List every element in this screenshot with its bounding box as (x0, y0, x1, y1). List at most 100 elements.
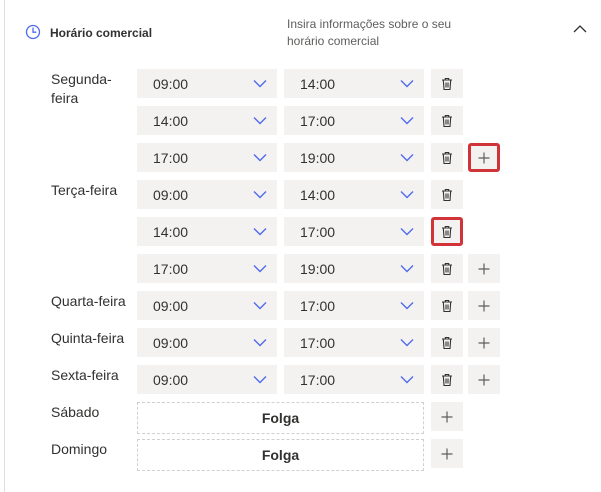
time-value: 17:00 (300, 298, 336, 314)
trash-icon (442, 151, 452, 164)
chevron-down-icon (253, 80, 267, 88)
time-value: 14:00 (153, 113, 189, 129)
plus-icon (478, 374, 490, 385)
plus-icon (478, 263, 490, 274)
day-label-sabado: Sábado (51, 404, 100, 420)
start-time-dropdown[interactable]: 17:00 (137, 254, 277, 283)
day-label-quinta-feira: Quinta-feira (51, 330, 125, 346)
day-label-quarta-feira: Quarta-feira (51, 293, 126, 309)
start-time-dropdown[interactable]: 09:00 (137, 365, 277, 394)
time-value: 17:00 (153, 150, 189, 166)
section-header[interactable]: Horário comercial Insira informações sob… (5, 0, 601, 60)
end-time-dropdown[interactable]: 17:00 (284, 106, 424, 135)
time-value: 17:00 (300, 335, 336, 351)
trash-icon (442, 114, 452, 127)
chevron-down-icon (253, 302, 267, 310)
start-time-dropdown[interactable]: 09:00 (137, 180, 277, 209)
time-value: 17:00 (300, 372, 336, 388)
clock-icon (25, 24, 41, 40)
end-time-dropdown[interactable]: 17:00 (284, 365, 424, 394)
delete-slot-button[interactable] (431, 143, 463, 172)
add-slot-button[interactable] (468, 254, 500, 283)
time-value: 14:00 (300, 187, 336, 203)
chevron-up-icon[interactable] (573, 24, 587, 34)
section-title: Horário comercial (50, 26, 153, 40)
section-description: Insira informações sobre o seu horário c… (287, 17, 452, 48)
chevron-down-icon (253, 376, 267, 384)
plus-icon (441, 411, 453, 422)
add-slot-button[interactable] (468, 143, 500, 172)
end-time-dropdown[interactable]: 17:00 (284, 328, 424, 357)
chevron-down-icon (253, 339, 267, 347)
day-label-line: Segunda- (51, 71, 112, 87)
time-value: 09:00 (153, 76, 189, 92)
day-off-domingo: Folga (137, 439, 424, 471)
end-time-dropdown[interactable]: 19:00 (284, 143, 424, 172)
delete-slot-button[interactable] (431, 254, 463, 283)
add-slot-button[interactable] (468, 328, 500, 357)
chevron-down-icon (253, 265, 267, 273)
chevron-down-icon (400, 265, 414, 273)
time-value: 09:00 (153, 372, 189, 388)
chevron-down-icon (400, 302, 414, 310)
time-value: 17:00 (300, 113, 336, 129)
delete-slot-button[interactable] (431, 69, 463, 98)
time-value: 09:00 (153, 187, 189, 203)
add-slot-button-domingo[interactable] (431, 439, 463, 468)
chevron-down-icon (253, 191, 267, 199)
delete-slot-button[interactable] (431, 106, 463, 135)
time-value: 19:00 (300, 150, 336, 166)
chevron-down-icon (253, 117, 267, 125)
plus-icon (478, 152, 490, 163)
chevron-down-icon (400, 228, 414, 236)
trash-icon (442, 77, 452, 90)
delete-slot-button[interactable] (431, 291, 463, 320)
chevron-down-icon (400, 339, 414, 347)
add-slot-button-sabado[interactable] (431, 402, 463, 431)
start-time-dropdown[interactable]: 09:00 (137, 328, 277, 357)
delete-slot-button[interactable] (431, 217, 463, 246)
day-label-domingo: Domingo (51, 441, 108, 457)
time-value: 17:00 (153, 261, 189, 277)
start-time-dropdown[interactable]: 14:00 (137, 217, 277, 246)
chevron-down-icon (400, 191, 414, 199)
start-time-dropdown[interactable]: 09:00 (137, 69, 277, 98)
chevron-down-icon (400, 80, 414, 88)
plus-icon (478, 300, 490, 311)
chevron-down-icon (400, 154, 414, 162)
add-slot-button[interactable] (468, 365, 500, 394)
time-value: 14:00 (300, 76, 336, 92)
trash-icon (442, 188, 452, 201)
end-time-dropdown[interactable]: 17:00 (284, 291, 424, 320)
chevron-down-icon (253, 154, 267, 162)
end-time-dropdown[interactable]: 19:00 (284, 254, 424, 283)
plus-icon (478, 337, 490, 348)
delete-slot-button[interactable] (431, 365, 463, 394)
start-time-dropdown[interactable]: 17:00 (137, 143, 277, 172)
business-hours-panel: Horário comercial Insira informações sob… (4, 0, 601, 492)
chevron-down-icon (400, 376, 414, 384)
add-slot-button[interactable] (468, 291, 500, 320)
end-time-dropdown[interactable]: 14:00 (284, 69, 424, 98)
time-value: 09:00 (153, 335, 189, 351)
delete-slot-button[interactable] (431, 328, 463, 357)
day-label-terca-feira: Terça-feira (51, 182, 118, 198)
trash-icon (442, 373, 452, 386)
start-time-dropdown[interactable]: 14:00 (137, 106, 277, 135)
end-time-dropdown[interactable]: 14:00 (284, 180, 424, 209)
time-value: 09:00 (153, 298, 189, 314)
trash-icon (442, 336, 452, 349)
start-time-dropdown[interactable]: 09:00 (137, 291, 277, 320)
day-label-sexta-feira: Sexta-feira (51, 367, 119, 383)
plus-icon (441, 448, 453, 459)
day-label-segunda-feira: Segunda- feira (51, 70, 112, 108)
time-value: 14:00 (153, 224, 189, 240)
trash-icon (442, 299, 452, 312)
delete-slot-button[interactable] (431, 180, 463, 209)
day-off-sabado: Folga (137, 402, 424, 434)
end-time-dropdown[interactable]: 17:00 (284, 217, 424, 246)
trash-icon (442, 225, 452, 238)
day-label-line: feira (51, 90, 79, 106)
chevron-down-icon (253, 228, 267, 236)
chevron-down-icon (400, 117, 414, 125)
